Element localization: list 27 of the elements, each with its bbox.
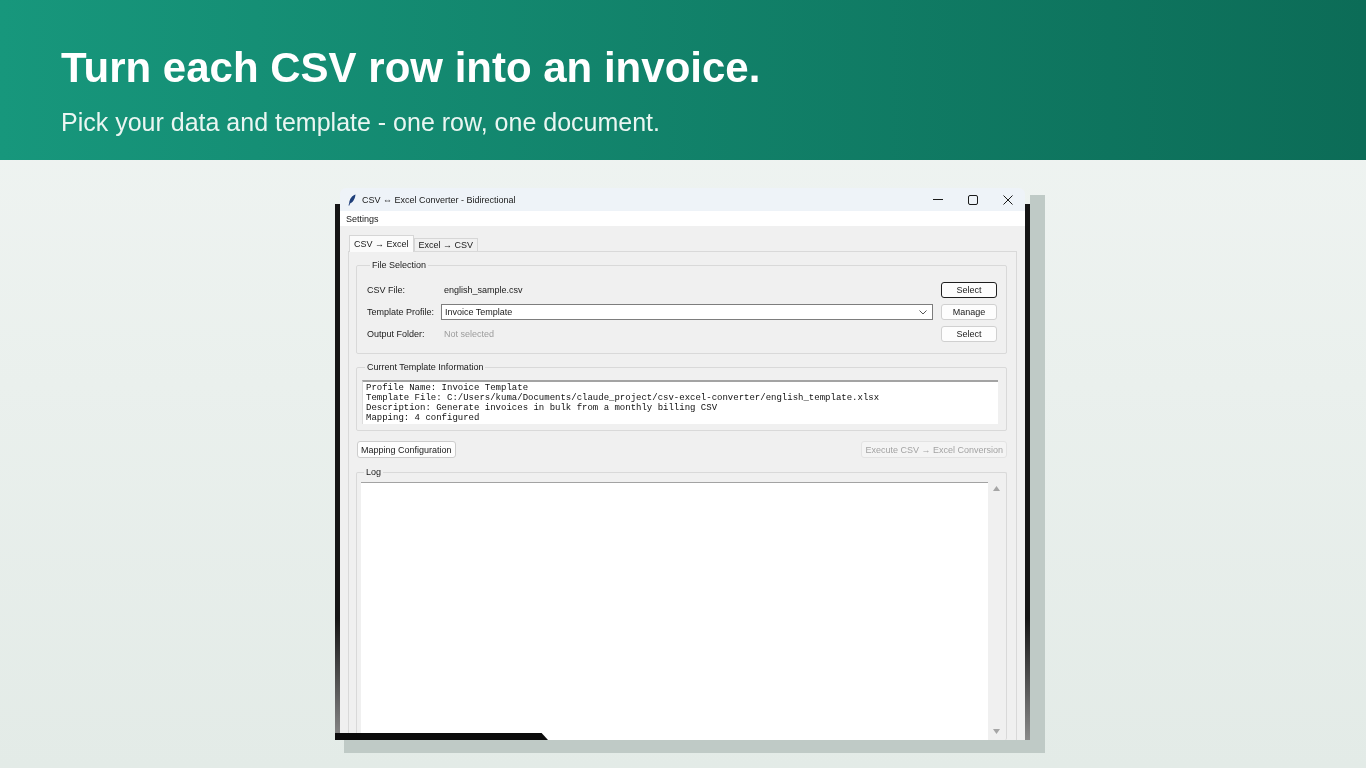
row-button[interactable]: Select [941, 282, 997, 298]
close-icon [1002, 194, 1013, 205]
group-title: File Selection [371, 260, 428, 271]
chevron-down-icon [919, 309, 927, 315]
feather-icon [348, 193, 356, 206]
minimize-icon [932, 199, 943, 200]
profile-dropdown[interactable]: Invoice Template [441, 304, 933, 320]
scroll-up-icon [992, 486, 1000, 491]
row-button[interactable]: Select [941, 326, 997, 342]
group-title: Current Template Information [366, 362, 485, 373]
window-title: CSV ⇔ Excel Converter - Bidirectional [362, 194, 516, 205]
group-title: Log [365, 467, 383, 478]
banner-title: Turn each CSV row into an invoice. [61, 45, 761, 91]
field-label: Template Profile: [367, 307, 435, 317]
banner-subtitle: Pick your data and template - one row, one document. [61, 107, 660, 137]
template-info-textbox[interactable]: Profile Name: Invoice Template Template File: C:/Users/kuma/Documents/claude_project/csv-excel-converter/english_template.xlsx Description: Generate invoices in bulk from a monthly billing CSV Mapping: 4 configured [362, 380, 998, 424]
row-button[interactable]: Manage [941, 304, 997, 320]
field-label: Output Folder: [367, 329, 425, 339]
action-button[interactable]: Mapping Configuration [357, 441, 456, 458]
tab[interactable]: CSV → Excel [349, 235, 414, 252]
tab[interactable]: Excel → CSV [413, 238, 479, 251]
path-value: english_sample.csv [443, 285, 523, 295]
path-value: Not selected [443, 329, 495, 339]
menu-item[interactable]: Settings [346, 213, 379, 224]
maximize-icon [967, 194, 978, 205]
scroll-down-icon [992, 729, 1000, 734]
field-label: CSV File: [367, 285, 405, 295]
